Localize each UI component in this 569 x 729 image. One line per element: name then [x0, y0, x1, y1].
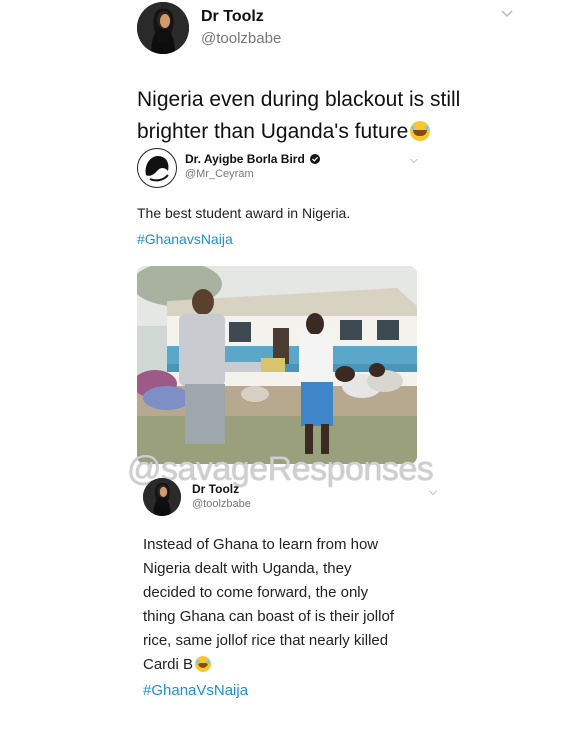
hashtag-link[interactable]: #GhanaVsNaija: [143, 682, 248, 699]
tweet-text: Nigeria even during blackout is still br…: [137, 84, 460, 148]
author-name[interactable]: Dr Toolz: [201, 8, 264, 26]
tweet-text-line: Cardi B: [143, 653, 394, 677]
author-handle[interactable]: @toolzbabe: [201, 30, 281, 47]
quoted-avatar[interactable]: [137, 148, 177, 188]
laughing-emoji-icon: [195, 656, 212, 672]
hashtag-link[interactable]: #GhanavsNaija: [137, 231, 233, 247]
quoted-author-name-text: Dr. Ayigbe Borla Bird: [185, 152, 305, 166]
tweet-text-line-2: brighter than Uganda's future: [137, 120, 409, 143]
verified-badge-icon: [310, 154, 321, 164]
tweet-photo[interactable]: [137, 266, 417, 464]
author-name[interactable]: Dr Toolz: [192, 482, 239, 496]
tweet-text-line: decided to come forward, the only: [143, 584, 369, 601]
tweet-text: Instead of Ghana to learn from how Niger…: [143, 533, 394, 677]
quoted-author-name[interactable]: Dr. Ayigbe Borla Bird: [185, 152, 321, 166]
tweet-text-line-6: Cardi B: [143, 656, 194, 673]
chevron-down-icon[interactable]: [500, 6, 514, 22]
author-handle[interactable]: @toolzbabe: [192, 498, 251, 510]
quoted-text: The best student award in Nigeria.: [137, 205, 351, 221]
award-photo-image: [137, 266, 417, 464]
tweet-text-line: Nigeria even during blackout is still: [137, 88, 461, 111]
laughing-emoji-icon: [410, 121, 431, 141]
tweet-text-line: Nigeria dealt with Uganda, they: [143, 560, 352, 577]
chevron-down-icon[interactable]: [409, 152, 419, 170]
tweet-text-line: Instead of Ghana to learn from how: [143, 536, 379, 553]
tweet-text-line: rice, same jollof rice that nearly kille…: [143, 632, 389, 649]
quoted-author-handle[interactable]: @Mr_Ceyram: [185, 168, 254, 180]
avatar[interactable]: [143, 478, 181, 516]
avatar[interactable]: [137, 2, 189, 54]
tweet-text-line: brighter than Uganda's future: [137, 116, 460, 148]
chevron-down-icon[interactable]: [428, 484, 438, 502]
tweet-text-line: thing Ghana can boast of is their jollof: [143, 608, 394, 625]
